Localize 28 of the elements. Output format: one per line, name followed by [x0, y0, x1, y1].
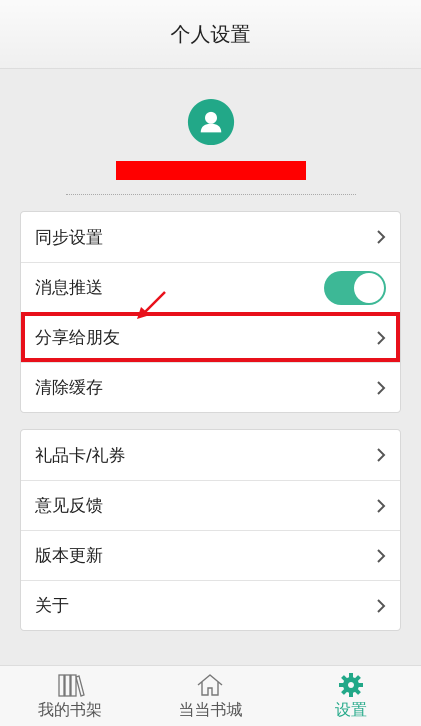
- annotation-arrow: [135, 290, 169, 320]
- row-label: 清除缓存: [35, 377, 103, 399]
- chevron-icon: [376, 447, 386, 463]
- row-label: 同步设置: [35, 226, 103, 248]
- settings-row[interactable]: 消息推送: [21, 262, 400, 312]
- toggle-switch[interactable]: [324, 270, 386, 304]
- chevron-icon: [376, 548, 386, 564]
- settings-row[interactable]: 同步设置: [21, 212, 400, 262]
- settings-row[interactable]: 意见反馈: [21, 480, 400, 530]
- chevron-icon: [376, 498, 386, 514]
- row-label: 礼品卡/礼券: [35, 444, 126, 466]
- settings-row[interactable]: 版本更新: [21, 530, 400, 580]
- chevron-icon: [376, 598, 386, 614]
- tab[interactable]: 我的书架: [0, 666, 140, 726]
- row-label: 分享给朋友: [35, 327, 120, 349]
- page-title: 个人设置: [170, 20, 250, 48]
- chevron-icon: [376, 229, 386, 245]
- settings-row[interactable]: 清除缓存: [21, 362, 400, 412]
- settings-row[interactable]: 分享给朋友: [21, 312, 400, 362]
- settings-row[interactable]: 礼品卡/礼券: [21, 430, 400, 480]
- row-label: 版本更新: [35, 545, 103, 567]
- row-label: 消息推送: [35, 277, 103, 299]
- settings-row[interactable]: 关于: [21, 580, 400, 630]
- row-label: 意见反馈: [35, 495, 103, 517]
- row-label: 关于: [35, 595, 69, 617]
- chevron-icon: [376, 330, 386, 346]
- tab[interactable]: 当当书城: [140, 666, 281, 726]
- chevron-icon: [376, 380, 386, 396]
